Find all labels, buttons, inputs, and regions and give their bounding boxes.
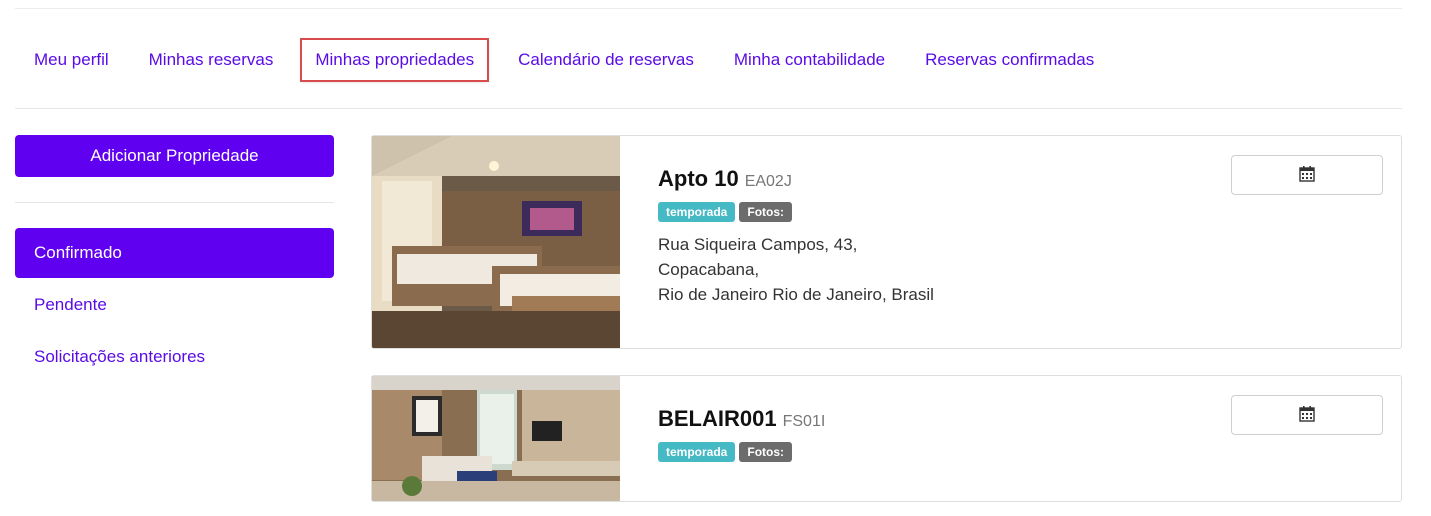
nav-item-minhas-reservas[interactable]: Minhas reservas bbox=[130, 40, 292, 80]
property-card: BELAIR001 FS01I temporada Fotos: bbox=[371, 375, 1402, 502]
nav-item-reservas-confirmadas[interactable]: Reservas confirmadas bbox=[906, 40, 1112, 80]
calendar-button[interactable] bbox=[1231, 155, 1383, 195]
nav-item-meu-perfil[interactable]: Meu perfil bbox=[15, 40, 127, 80]
property-card: Apto 10 EA02J temporada Fotos: Rua Sique… bbox=[371, 135, 1402, 349]
nav-item-minha-contabilidade[interactable]: Minha contabilidade bbox=[715, 40, 903, 80]
sidebar-item-confirmado[interactable]: Confirmado bbox=[15, 228, 334, 278]
nav-item-calendario-de-reservas[interactable]: Calendário de reservas bbox=[499, 40, 712, 80]
property-code: EA02J bbox=[744, 173, 792, 190]
property-badges: temporada Fotos: bbox=[658, 442, 825, 462]
calendar-icon bbox=[1299, 165, 1315, 185]
sidebar-item-solicitacoes-anteriores[interactable]: Solicitações anteriores bbox=[15, 332, 334, 382]
rental-type-badge: temporada bbox=[658, 202, 736, 222]
top-divider bbox=[15, 8, 1402, 9]
property-name: BELAIR001 bbox=[658, 406, 777, 431]
address-line-street: Rua Siqueira Campos, 43, bbox=[658, 235, 858, 254]
property-title-row: Apto 10 EA02J bbox=[658, 166, 934, 192]
photos-badge: Fotos: bbox=[739, 202, 793, 222]
rental-type-badge: temporada bbox=[658, 442, 736, 462]
property-name: Apto 10 bbox=[658, 166, 739, 191]
status-filter-list: Confirmado Pendente Solicitações anterio… bbox=[15, 228, 334, 382]
property-badges: temporada Fotos: bbox=[658, 202, 934, 222]
nav-item-minhas-propriedades[interactable]: Minhas propriedades bbox=[300, 38, 490, 82]
property-list: Apto 10 EA02J temporada Fotos: Rua Sique… bbox=[371, 135, 1402, 502]
property-info: Apto 10 EA02J temporada Fotos: Rua Sique… bbox=[620, 136, 934, 348]
property-title-row: BELAIR001 FS01I bbox=[658, 406, 825, 432]
sidebar-item-pendente[interactable]: Pendente bbox=[15, 280, 334, 330]
property-address: Rua Siqueira Campos, 43, Copacabana, Rio… bbox=[658, 232, 934, 307]
address-line-neighborhood: Copacabana, bbox=[658, 260, 760, 279]
property-photo[interactable] bbox=[372, 136, 620, 348]
sidebar: Adicionar Propriedade Confirmado Pendent… bbox=[15, 135, 334, 384]
property-photo[interactable] bbox=[372, 376, 620, 501]
address-line-city: Rio de Janeiro Rio de Janeiro, Brasil bbox=[658, 285, 934, 304]
add-property-button[interactable]: Adicionar Propriedade bbox=[15, 135, 334, 177]
page: Meu perfil Minhas reservas Minhas propri… bbox=[0, 0, 1431, 516]
property-code: FS01I bbox=[782, 413, 826, 430]
sidebar-divider bbox=[15, 202, 334, 203]
calendar-icon bbox=[1299, 405, 1315, 425]
photos-badge: Fotos: bbox=[739, 442, 793, 462]
nav-divider bbox=[15, 108, 1402, 109]
property-info: BELAIR001 FS01I temporada Fotos: bbox=[620, 376, 825, 501]
calendar-button[interactable] bbox=[1231, 395, 1383, 435]
account-nav: Meu perfil Minhas reservas Minhas propri… bbox=[15, 38, 1115, 82]
